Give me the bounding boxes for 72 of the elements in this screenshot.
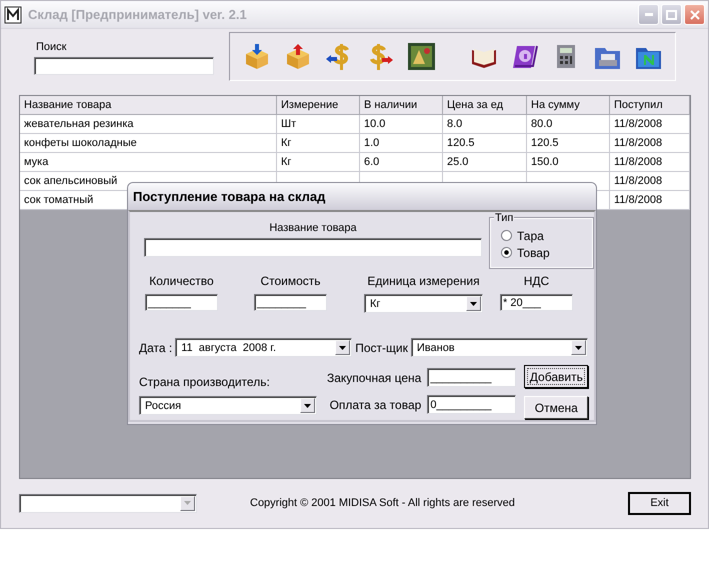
- radio-button[interactable]: [501, 230, 512, 241]
- table-cell: 150.0: [526, 152, 610, 172]
- purchase-price-field[interactable]: __________: [427, 368, 516, 387]
- field-label: Закупочная цена: [327, 370, 422, 384]
- field-label: Пост-щик: [355, 340, 408, 354]
- caret-icon: [184, 501, 191, 505]
- table-cell: 80.0: [526, 114, 610, 134]
- field-label: Название товара: [269, 222, 357, 234]
- painting-icon: [406, 42, 436, 71]
- column-header[interactable]: Поступил: [610, 96, 690, 114]
- app-icon: [4, 6, 22, 24]
- name-field[interactable]: [144, 238, 482, 257]
- copyright-text: Copyright © 2001 MIDISA Soft - All rights are reserved: [250, 497, 515, 509]
- table-cell: конфеты шоколадные: [20, 134, 276, 152]
- cost-field[interactable]: ________: [254, 294, 327, 311]
- radio-label: Тара: [517, 228, 544, 242]
- table-cell: 6.0: [360, 152, 442, 172]
- search-field[interactable]: [34, 57, 214, 75]
- field-label: Единица измерения: [367, 274, 480, 288]
- column-header[interactable]: Цена за ед: [442, 96, 526, 114]
- table-cell: Кг: [276, 134, 360, 152]
- close-button[interactable]: [684, 4, 705, 25]
- window-title: Склад [Предприниматель] ver. 2.1: [28, 7, 247, 22]
- caret-icon: [339, 346, 346, 350]
- dialog-title: Поступление товара на склад: [128, 183, 596, 210]
- field-label: Количество: [149, 274, 214, 288]
- caret-icon: [574, 346, 582, 350]
- vat-field[interactable]: * 20___: [500, 294, 573, 311]
- column-header[interactable]: На сумму: [526, 96, 610, 114]
- table-cell: 25.0: [442, 152, 526, 172]
- field-label: Дата :: [139, 340, 172, 354]
- date-dropdown[interactable]: 11 августа 2008 г.: [175, 338, 352, 357]
- table-cell: Шт: [276, 114, 360, 134]
- table-cell: жевательная резинка: [20, 114, 276, 134]
- column-header[interactable]: В наличии: [360, 96, 442, 114]
- cancel-button[interactable]: Отмена: [524, 396, 588, 419]
- table-cell: 11/8/2008: [610, 114, 690, 134]
- field-label: НДС: [524, 274, 550, 288]
- table-cell: 8.0: [442, 114, 526, 134]
- table-cell: мука: [20, 152, 276, 172]
- payment-field[interactable]: 0_________: [427, 395, 516, 414]
- radio-label: Товар: [517, 246, 550, 260]
- table-cell: 11/8/2008: [610, 190, 690, 210]
- search-label: Поиск: [36, 41, 68, 53]
- close-icon: [690, 10, 700, 20]
- toolbar-button[interactable]: [405, 40, 437, 72]
- group-label: Тип: [494, 212, 514, 224]
- radio-button[interactable]: [501, 247, 512, 258]
- exit-button[interactable]: Exit: [628, 492, 691, 514]
- unit-dropdown[interactable]: Кг: [364, 294, 483, 313]
- table-cell: 10.0: [360, 114, 442, 134]
- field-label: Страна производитель:: [139, 375, 271, 389]
- maximize-icon: [666, 10, 677, 20]
- table-cell: 120.5: [442, 134, 526, 152]
- quantity-field[interactable]: _______: [145, 294, 218, 311]
- footer-dropdown[interactable]: [19, 494, 197, 512]
- table-cell: 11/8/2008: [610, 134, 690, 152]
- column-header[interactable]: Название товара: [20, 96, 276, 114]
- field-label: Стоимость: [260, 274, 321, 288]
- table-cell: 120.5: [526, 134, 610, 152]
- table-cell: Кг: [276, 152, 360, 172]
- add-button[interactable]: Добавить: [524, 365, 588, 388]
- field-label: Оплата за товар: [330, 398, 422, 412]
- table-cell: 11/8/2008: [610, 152, 690, 172]
- table-cell: 1.0: [360, 134, 442, 152]
- minimize-icon: [644, 13, 652, 16]
- column-header[interactable]: Измерение: [276, 96, 360, 114]
- table-cell: 11/8/2008: [610, 172, 690, 190]
- country-dropdown[interactable]: Россия: [139, 396, 317, 415]
- caret-icon: [304, 404, 311, 408]
- supplier-dropdown[interactable]: Иванов: [410, 338, 588, 357]
- caret-icon: [470, 302, 477, 306]
